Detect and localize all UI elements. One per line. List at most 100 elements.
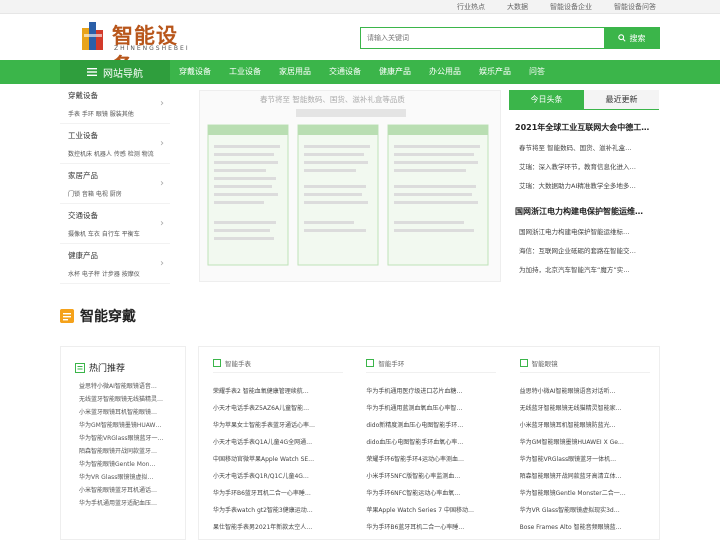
list-item[interactable]: 华为智能VRGlass眼镜蓝牙一体机… xyxy=(520,451,638,468)
list-item[interactable]: 小米手环5NFC版智能心率监测血… xyxy=(366,468,484,485)
category-item[interactable]: 工业设备 数控机床 机器人 传感 检测 物流 › xyxy=(60,124,170,164)
list-item[interactable]: Bose Frames Alto 智能音频眼镜蓝… xyxy=(520,519,638,536)
category-item[interactable]: 健康产品 水杯 电子秤 计步器 按摩仪 › xyxy=(60,244,170,284)
category-item[interactable]: 家居产品 门锁 音箱 电视 厨房 › xyxy=(60,164,170,204)
nav-home-label: 网站导航 xyxy=(103,68,143,80)
list-item[interactable]: dido新精度测血压心电图智能手环… xyxy=(366,417,484,434)
list-item[interactable]: 陌森智能眼镜开战同款蓝牙高清立体… xyxy=(520,468,638,485)
toplink-qa[interactable]: 智能设备问答 xyxy=(614,2,656,12)
column-title[interactable]: 智能手表 xyxy=(213,358,343,373)
list-item[interactable]: 小天才电话手表Q1A儿童4G全网通… xyxy=(213,434,331,451)
site-logo[interactable]: 智能设备 ZHINENGSHEBEI xyxy=(82,20,192,78)
column-list: 益思特小微AI智能眼镜语音对话听… 无线蓝牙智能眼镜无线猫精灵智能家… 小米蓝牙… xyxy=(520,383,659,536)
banner-alt-text: 春节将至 智能数码、国货、滋补礼盒等品质 xyxy=(260,95,405,104)
list-item[interactable]: 华为智能VRGlass眼镜蓝牙一… xyxy=(75,432,185,445)
list-item[interactable]: 华为手环B6蓝牙耳机二合一心率睡… xyxy=(366,519,484,536)
chevron-right-icon: › xyxy=(160,258,164,269)
category-title[interactable]: 健康产品 xyxy=(68,250,170,261)
nav-item-industrial[interactable]: 工业设备 xyxy=(220,60,270,84)
category-title[interactable]: 家居产品 xyxy=(68,170,170,181)
list-item[interactable]: 益思特小微AI智能眼镜语音对话听… xyxy=(520,383,638,400)
search-button-label: 搜索 xyxy=(629,33,646,43)
column-title[interactable]: 智能手环 xyxy=(366,358,497,373)
list-item[interactable]: 华为手机通用蓝测血氧血压心率智… xyxy=(366,400,484,417)
list-icon xyxy=(75,362,85,373)
list-item[interactable]: 华为智能眼镜Gentle Monster二合一… xyxy=(520,485,638,502)
list-item[interactable]: 华为苹果女士智能手表蓝牙通话心率… xyxy=(213,417,331,434)
list-item[interactable]: 华为手机通用蓝牙适配血压… xyxy=(75,497,185,510)
list-item[interactable]: 荣耀手环6智能手环4运动心率测血… xyxy=(366,451,484,468)
list-item[interactable]: 华为手机通用医疗级进口芯片血糖… xyxy=(366,383,484,400)
banner-slideshow[interactable]: 春节将至 智能数码、国货、滋补礼盒等品质 xyxy=(199,90,501,282)
list-item[interactable]: 华为GM智能眼镜墨镜HUAW… xyxy=(75,419,185,432)
section-title[interactable]: 智能穿戴 xyxy=(80,306,136,326)
news-item[interactable]: 海信：互联网企业砥砺的套路在智能交… xyxy=(509,245,659,255)
category-title[interactable]: 穿戴设备 xyxy=(68,90,170,101)
news-item[interactable]: 艾瑞：大数据助力AI精准教学全多地多… xyxy=(509,180,659,190)
list-item[interactable]: 小天才电话手表Z5AZ6A儿童智能… xyxy=(213,400,331,417)
top-links: 行业热点 大数据 智能设备企业 智能设备问答 xyxy=(457,2,656,12)
column-list: 华为手机通用医疗级进口芯片血糖… 华为手机通用蓝测血氧血压心率智… dido新精… xyxy=(366,383,505,536)
search-input[interactable] xyxy=(361,28,604,48)
list-item[interactable]: 陌森智能眼镜开战同款蓝牙… xyxy=(75,445,185,458)
list-item[interactable]: 中国移动官微苹果Apple Watch SE… xyxy=(213,451,331,468)
hot-recommend-panel: 热门推荐 益思特小微AI智能眼镜语音… 无线蓝牙智能眼镜无线猫精灵… 小米蓝牙眼… xyxy=(60,346,186,540)
news-item[interactable]: 为加持，北京汽车智能汽车“魔方”实… xyxy=(509,264,659,274)
list-item[interactable]: 华为手环B6蓝牙耳机二合一心率睡… xyxy=(213,485,331,502)
tab-headlines[interactable]: 今日头条 xyxy=(509,90,584,109)
news-item[interactable]: 春节将至 智能数码、国货、滋补礼盒… xyxy=(509,142,659,152)
nav-item-qa[interactable]: 问答 xyxy=(520,60,554,84)
list-item[interactable]: 小米智能眼镜蓝牙耳机通话… xyxy=(75,484,185,497)
toplink-bigdata[interactable]: 大数据 xyxy=(507,2,528,12)
column-title-label: 智能手表 xyxy=(225,359,251,368)
list-item[interactable]: 华为GM智能眼镜墨镜HUAWEI X Ge… xyxy=(520,434,638,451)
nav-item-health[interactable]: 健康产品 xyxy=(370,60,420,84)
news-panel: 今日头条 最近更新 2021年全球工业互联网大会中德工… 春节将至 智能数码、国… xyxy=(509,90,659,282)
category-title[interactable]: 交通设备 xyxy=(68,210,170,221)
nav-items: 穿戴设备 工业设备 家居用品 交通设备 健康产品 办公用品 娱乐产品 问答 xyxy=(170,60,554,84)
nav-item-office[interactable]: 办公用品 xyxy=(420,60,470,84)
list-item[interactable]: 华为VR Glass眼镜镜虚拟… xyxy=(75,471,185,484)
tab-recent[interactable]: 最近更新 xyxy=(584,90,659,109)
category-subitems[interactable]: 门锁 音箱 电视 厨房 xyxy=(68,189,170,198)
category-title[interactable]: 工业设备 xyxy=(68,130,170,141)
list-item[interactable]: dido血压心电图智能手环血氧心率… xyxy=(366,434,484,451)
toplink-hot[interactable]: 行业热点 xyxy=(457,2,485,12)
chevron-right-icon: › xyxy=(160,98,164,109)
list-item[interactable]: 荣耀手表2 智能血氧健康管理续航… xyxy=(213,383,331,400)
category-item[interactable]: 穿戴设备 手表 手环 眼镜 服装其他 › xyxy=(60,84,170,124)
list-item[interactable]: 益思特小微AI智能眼镜语音… xyxy=(75,380,185,393)
list-item[interactable]: 华为手表watch gt2智能3健康运动… xyxy=(213,502,331,519)
nav-item-home[interactable]: 家居用品 xyxy=(270,60,320,84)
list-item[interactable]: 苹果Apple Watch Series 7 中国移动… xyxy=(366,502,484,519)
header: 智能设备 ZHINENGSHEBEI 搜索 xyxy=(0,14,720,78)
category-subitems[interactable]: 水杯 电子秤 计步器 按摩仪 xyxy=(68,269,170,278)
nav-item-entertainment[interactable]: 娱乐产品 xyxy=(470,60,520,84)
list-item[interactable]: 果仕智能手表男2021年新款太空人… xyxy=(213,519,331,536)
logo-mark-icon xyxy=(82,22,103,50)
list-item[interactable]: 华为手环6NFC智能运动心率血氧… xyxy=(366,485,484,502)
nav-site-directory[interactable]: 网站导航 xyxy=(60,60,170,84)
category-subitems[interactable]: 手表 手环 眼镜 服装其他 xyxy=(68,109,170,118)
list-item[interactable]: 无线蓝牙智能眼镜无线猫精灵… xyxy=(75,393,185,406)
nav-item-wearable[interactable]: 穿戴设备 xyxy=(170,60,220,84)
list-item[interactable]: 小天才电话手表Q1R/Q1C儿童4G… xyxy=(213,468,331,485)
search-button[interactable]: 搜索 xyxy=(604,28,659,48)
category-subitems[interactable]: 摄像机 车衣 自行车 平衡车 xyxy=(68,229,170,238)
category-item[interactable]: 交通设备 摄像机 车衣 自行车 平衡车 › xyxy=(60,204,170,244)
list-item[interactable]: 无线蓝牙智能眼镜无线猫精灵智能家… xyxy=(520,400,638,417)
toplink-companies[interactable]: 智能设备企业 xyxy=(550,2,592,12)
news-headline[interactable]: 国网浙江电力构建电保护智能运维… xyxy=(509,206,659,217)
image-icon xyxy=(366,358,375,367)
list-item[interactable]: 华为智能眼镜Gentle Mon… xyxy=(75,458,185,471)
list-item[interactable]: 华为VR Glass智能眼镜虚拟现实3d… xyxy=(520,502,638,519)
news-headline[interactable]: 2021年全球工业互联网大会中德工… xyxy=(509,122,659,133)
hot-list: 益思特小微AI智能眼镜语音… 无线蓝牙智能眼镜无线猫精灵… 小米蓝牙眼镜耳机智能… xyxy=(75,380,185,510)
news-item[interactable]: 国网浙江电力构建电保护智能运维标… xyxy=(509,226,659,236)
list-item[interactable]: 小米蓝牙眼镜耳机智能眼镜… xyxy=(75,406,185,419)
news-item[interactable]: 艾瑞：深入教学环节，教育信息化进入… xyxy=(509,161,659,171)
nav-item-transport[interactable]: 交通设备 xyxy=(320,60,370,84)
list-item[interactable]: 小米蓝牙眼镜耳机智能眼镜防蓝光… xyxy=(520,417,638,434)
category-subitems[interactable]: 数控机床 机器人 传感 检测 物流 xyxy=(68,149,170,158)
column-title[interactable]: 智能眼镜 xyxy=(519,358,650,373)
